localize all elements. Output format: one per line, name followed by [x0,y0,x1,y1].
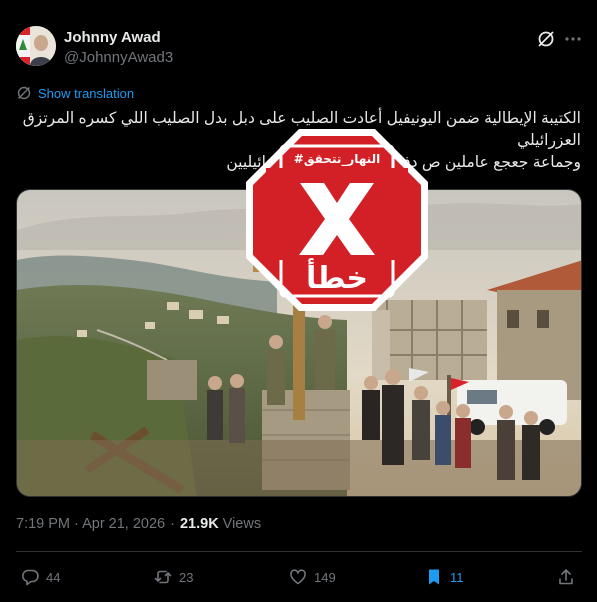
bookmark-icon [429,569,439,585]
separator-dot: · [170,516,175,532]
repost-count: 23 [179,569,194,585]
bookmark-count: 11 [450,569,464,585]
author-handle[interactable]: @JohnnyAwad3 [64,49,173,66]
grok-icon[interactable] [536,29,556,49]
tweet-header: Johnny Awad @JohnnyAwad3 [16,26,582,70]
tweet-meta: 7:19 PM · Apr 21, 2026 · 21.9K Views [16,516,261,532]
like-count: 149 [314,569,336,585]
author-name[interactable]: Johnny Awad [64,29,161,46]
fact-check-stamp: #النهار_تتحقق خطأ [244,127,430,313]
like-button[interactable]: 149 [288,567,336,587]
repost-button[interactable]: 23 [153,567,193,587]
share-icon [559,569,573,585]
action-bar: 44 23 149 11 [16,563,582,593]
repost-icon [154,570,172,584]
avatar[interactable] [16,26,56,66]
share-button[interactable] [556,567,582,587]
more-icon[interactable] [563,29,583,49]
translation-row: Show translation [16,84,134,102]
views-label: Views [222,516,262,532]
stamp-word: خطأ [306,258,368,296]
reply-icon [21,569,39,586]
reply-button[interactable]: 44 [20,567,60,587]
bookmark-button[interactable]: 11 [424,567,464,587]
views-count: 21.9K [179,516,219,532]
stamp-hashtag: #النهار_تتحقق [294,152,380,167]
timestamp[interactable]: 7:19 PM · Apr 21, 2026 [16,516,165,532]
translate-icon [16,85,32,101]
like-icon [290,569,306,585]
reply-count: 44 [46,569,61,585]
show-translation-link[interactable]: Show translation [38,86,134,101]
divider [16,551,582,552]
